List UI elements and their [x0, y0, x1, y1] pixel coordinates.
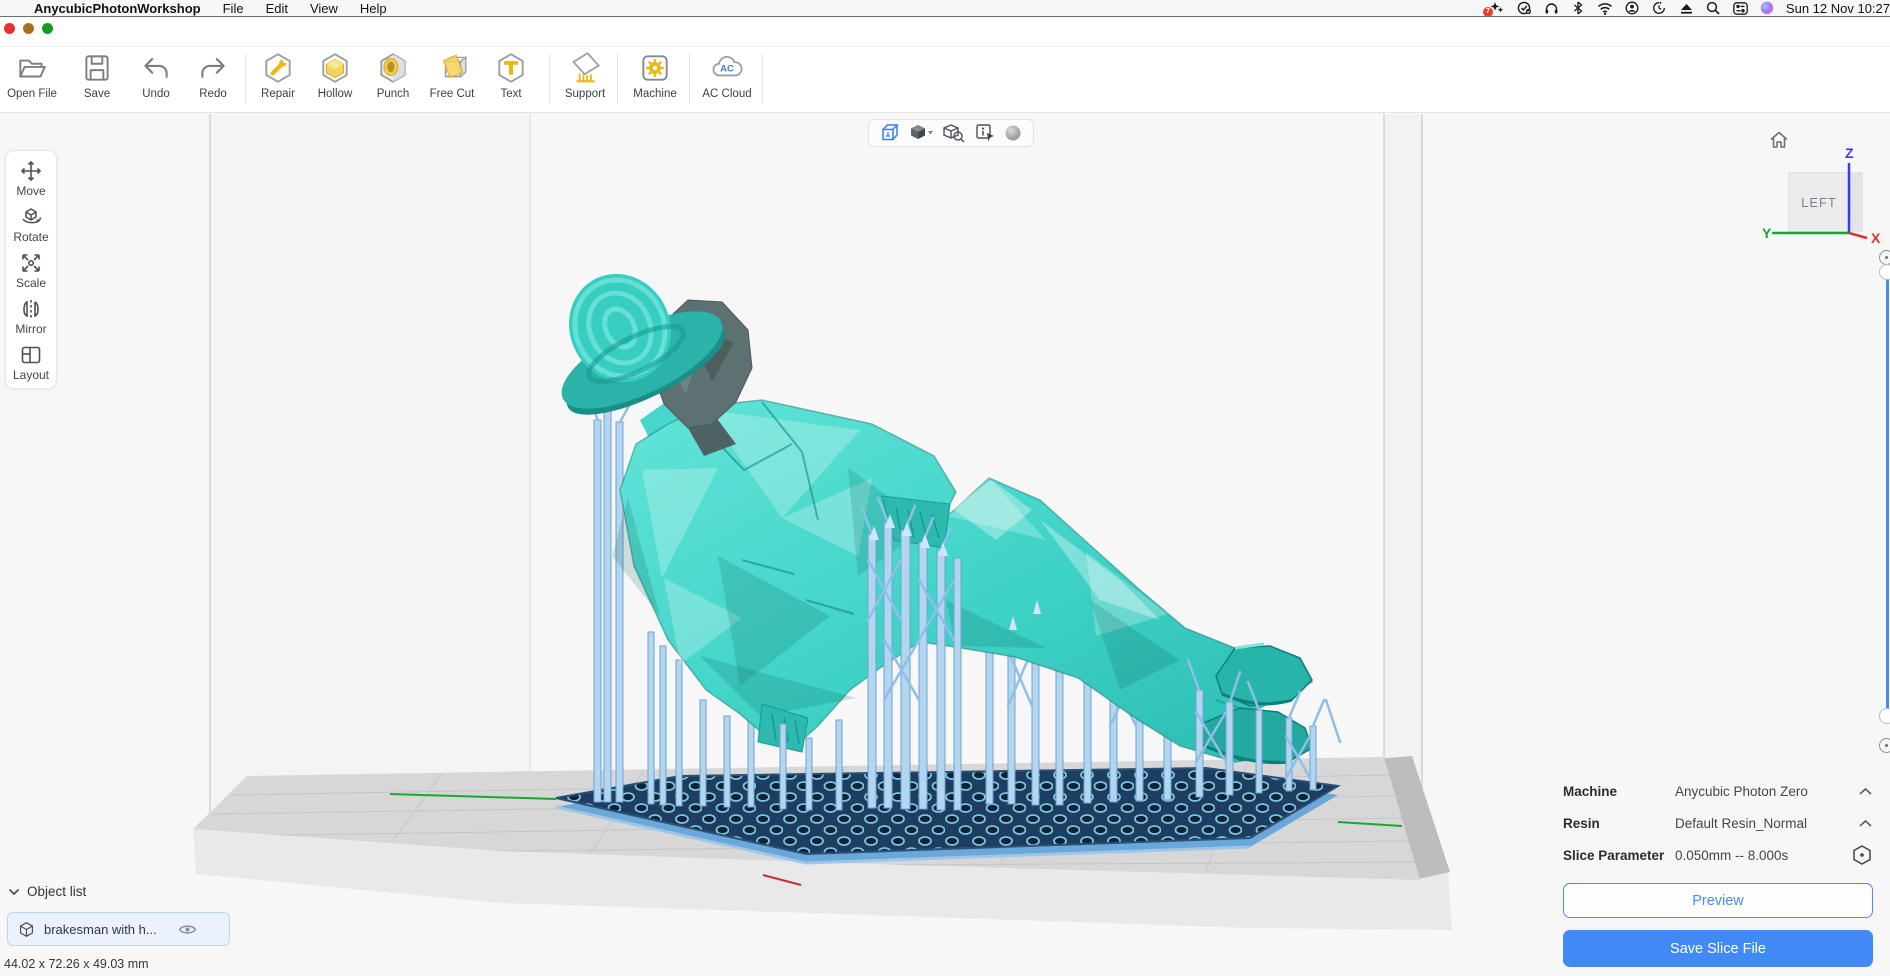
toolbar-label: Text: [469, 88, 553, 100]
tool-mirror[interactable]: Mirror: [6, 297, 56, 336]
machine-row[interactable]: Machine Anycubic Photon Zero: [1563, 781, 1873, 801]
sparkle-badge-icon[interactable]: 7: [1489, 1, 1506, 15]
text-button[interactable]: Text: [469, 51, 553, 100]
control-center-icon[interactable]: [1732, 1, 1749, 15]
machine-value: Anycubic Photon Zero: [1675, 784, 1858, 799]
headphones-icon[interactable]: [1543, 1, 1560, 15]
render-sphere-icon[interactable]: [1003, 123, 1023, 143]
clip-slider-top-icon[interactable]: [1879, 250, 1890, 265]
save-button-label: Save Slice File: [1670, 941, 1766, 957]
menu-item-help[interactable]: Help: [360, 1, 387, 16]
object-list-header[interactable]: Object list: [8, 884, 86, 899]
axis-y-label: Y: [1762, 225, 1772, 241]
cube-icon: [18, 921, 35, 938]
window-controls: [4, 23, 53, 34]
spotlight-search-icon[interactable]: [1705, 1, 1722, 15]
minimize-window-button[interactable]: [23, 23, 34, 34]
view-toolbar: [868, 119, 1034, 147]
toolbar-separator: [762, 54, 763, 104]
resin-row[interactable]: Resin Default Resin_Normal: [1563, 813, 1873, 833]
tool-label: Mirror: [15, 322, 46, 336]
perspective-cube-icon[interactable]: [879, 122, 901, 144]
preview-button[interactable]: Preview: [1563, 883, 1873, 918]
preview-button-label: Preview: [1692, 893, 1744, 909]
clip-slider-track[interactable]: [1886, 278, 1889, 710]
layout-grid-icon: [19, 343, 43, 367]
menu-bar: AnycubicPhotonWorkshop File Edit View He…: [0, 0, 1890, 17]
clip-slider-bottom-icon[interactable]: [1879, 738, 1890, 753]
slice-parameter-row[interactable]: Slice Parameter 0.050mm -- 8.000s: [1563, 845, 1873, 865]
menu-item-edit[interactable]: Edit: [266, 1, 288, 16]
svg-text:AC: AC: [720, 64, 734, 75]
cloud-ac-icon: AC: [685, 51, 769, 85]
chevron-down-icon: [8, 888, 20, 896]
main-toolbar: Open File Save Undo Redo Re: [0, 18, 1890, 113]
slice-parameter-value: 0.050mm -- 8.000s: [1675, 848, 1851, 863]
tool-label: Scale: [16, 276, 46, 290]
model-brakesman[interactable]: [612, 300, 1312, 763]
ac-cloud-button[interactable]: AC AC Cloud: [685, 51, 769, 100]
save-slice-file-button[interactable]: Save Slice File: [1563, 930, 1873, 967]
tool-label: Layout: [13, 368, 49, 382]
notification-badge: 7: [1483, 7, 1493, 17]
user-circle-icon[interactable]: [1624, 1, 1641, 15]
zoom-window-button[interactable]: [42, 23, 53, 34]
siri-icon[interactable]: [1759, 1, 1776, 15]
eject-icon[interactable]: [1678, 1, 1695, 15]
menu-item-file[interactable]: File: [223, 1, 244, 16]
wifi-icon[interactable]: [1597, 1, 1614, 15]
parameter-settings-icon[interactable]: [1851, 844, 1873, 866]
time-machine-icon[interactable]: [1651, 1, 1668, 15]
resin-value: Default Resin_Normal: [1675, 816, 1858, 831]
tool-rotate[interactable]: Rotate: [6, 205, 56, 244]
toolbar-divider: [0, 46, 1890, 47]
menu-status-icons: 7: [1489, 1, 1776, 15]
chevron-up-icon[interactable]: [1858, 787, 1873, 796]
navigation-gizmo: LEFT RIGHT Z Y X: [1760, 126, 1886, 244]
scale-arrows-icon: [19, 251, 43, 275]
visibility-eye-icon[interactable]: [178, 923, 197, 936]
model-dimensions: 44.02 x 72.26 x 49.03 mm: [4, 957, 149, 971]
menu-item-view[interactable]: View: [310, 1, 338, 16]
tool-scale[interactable]: Scale: [6, 251, 56, 290]
info-select-icon[interactable]: [974, 122, 996, 144]
rotate-cube-icon: [19, 205, 43, 229]
tool-move[interactable]: Move: [6, 159, 56, 198]
axis-indicator: Z Y X: [1760, 126, 1886, 248]
tool-label: Rotate: [13, 230, 48, 244]
machine-label: Machine: [1563, 784, 1675, 799]
menu-clock[interactable]: Sun 12 Nov 10:27: [1786, 1, 1890, 16]
tool-layout[interactable]: Layout: [6, 343, 56, 382]
object-name: brakesman with h...: [44, 922, 157, 937]
cube-zoom-icon[interactable]: [942, 122, 966, 144]
axis-x-label: X: [1871, 230, 1881, 246]
tool-label: Move: [16, 184, 45, 198]
hexagon-text-icon: [469, 51, 553, 85]
close-window-button[interactable]: [4, 23, 15, 34]
app-name[interactable]: AnycubicPhotonWorkshop: [34, 1, 201, 16]
mirror-icon: [19, 297, 43, 321]
slice-parameter-label: Slice Parameter: [1563, 848, 1675, 863]
object-list-title: Object list: [27, 884, 86, 899]
clip-slider-top-handle[interactable]: [1879, 264, 1890, 280]
clip-slider-bottom-handle[interactable]: [1879, 708, 1890, 724]
toolbar-label: AC Cloud: [685, 88, 769, 100]
axis-z-label: Z: [1845, 145, 1854, 161]
shaded-cube-dropdown-icon[interactable]: [908, 122, 934, 144]
transform-tool-panel: Move Rotate Scale Mirror: [5, 150, 57, 389]
chevron-up-icon[interactable]: [1858, 819, 1873, 828]
resin-label: Resin: [1563, 816, 1675, 831]
move-arrows-icon: [19, 159, 43, 183]
check-circle-icon[interactable]: [1516, 1, 1533, 15]
object-list-item[interactable]: brakesman with h...: [7, 912, 230, 946]
bluetooth-icon[interactable]: [1570, 1, 1587, 15]
